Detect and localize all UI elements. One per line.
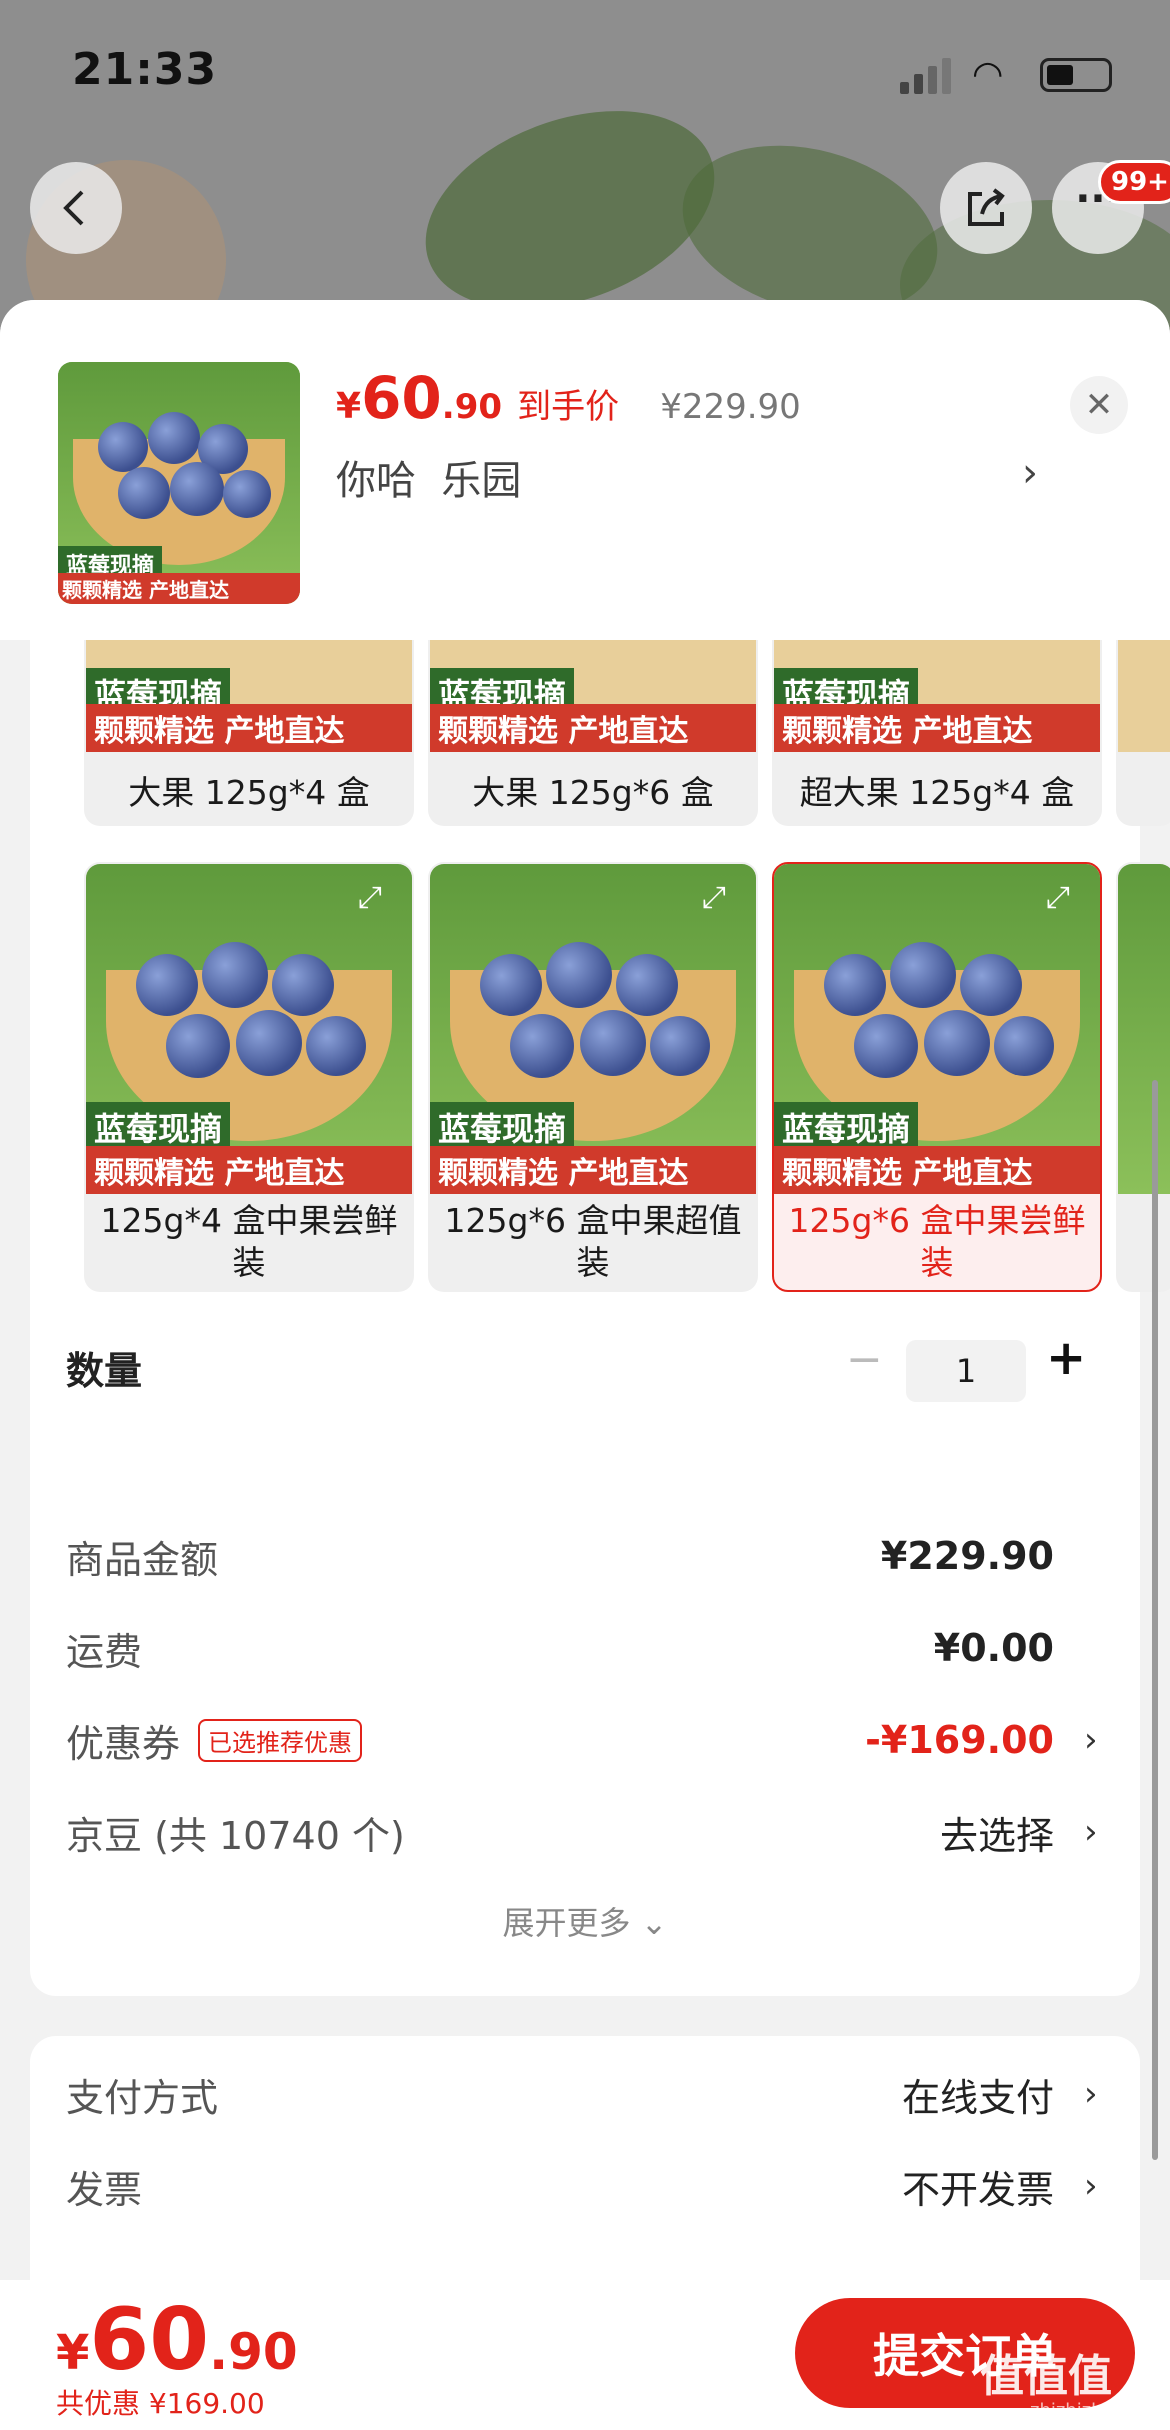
variant-label: 125g*6 盒中果尝鲜装 xyxy=(788,1201,1086,1282)
watermark-url: zhizhizhi.com xyxy=(1030,2400,1152,2421)
close-button[interactable]: ✕ xyxy=(1070,376,1128,434)
sheet-header: 蓝莓现摘 颗颗精选 产地直达 ¥60.90 到手价 ¥229.90 你哈 乐园 … xyxy=(0,300,1170,640)
scrollbar[interactable] xyxy=(1152,1080,1158,2160)
watermark-logo: 值值值 xyxy=(980,2351,1112,2402)
coupon-label: 优惠券 xyxy=(66,1721,181,1766)
expand-more-button[interactable]: 展开更多 ⌄ xyxy=(30,1898,1140,1944)
price-integer: 60 xyxy=(361,364,442,432)
shipping-label: 运费 xyxy=(66,1629,143,1674)
price-suffix: 到手价 xyxy=(517,387,620,427)
expand-icon[interactable]: ⤢ xyxy=(1046,880,1086,920)
variant-card-partial[interactable] xyxy=(1116,862,1170,1292)
price-line: ¥60.90 到手价 ¥229.90 xyxy=(336,364,801,432)
jd-beans-label: 京豆 (共 10740 个) xyxy=(66,1813,405,1858)
variant-card-selected[interactable]: ⤢ 蓝莓现摘 颗颗精选 产地直达 125g*6 盒中果尝鲜装 xyxy=(772,862,1102,1292)
goods-amount-row: 商品金额 ¥229.90 xyxy=(66,1526,1104,1586)
variant-label: 大果 125g*6 盒 xyxy=(472,773,714,812)
total-discount: 共优惠 ¥169.00 xyxy=(56,2387,265,2420)
status-time: 21:33 xyxy=(72,44,218,95)
total-price: ¥60.90 xyxy=(56,2290,298,2390)
total-currency: ¥ xyxy=(56,2325,90,2381)
payment-method-row[interactable]: 支付方式 在线支付 › xyxy=(66,2064,1104,2124)
invoice-label: 发票 xyxy=(66,2167,143,2212)
variant-label: 大果 125g*4 盒 xyxy=(128,773,370,812)
expand-icon[interactable]: ⤢ xyxy=(702,880,742,920)
coupon-value: -¥169.00 xyxy=(865,1718,1054,1762)
total-integer: 60 xyxy=(89,2290,210,2390)
share-button[interactable] xyxy=(940,162,1032,254)
goods-amount-label: 商品金额 xyxy=(66,1537,219,1582)
payment-method-label: 支付方式 xyxy=(66,2075,219,2120)
variant-label: 125g*6 盒中果超值装 xyxy=(444,1201,742,1282)
chevron-right-icon: › xyxy=(1084,2166,1098,2206)
quantity-label: 数量 xyxy=(66,1349,143,1393)
quantity-plus-button[interactable]: + xyxy=(1046,1330,1086,1386)
back-button[interactable] xyxy=(30,162,122,254)
jd-beans-value: 去选择 xyxy=(939,1813,1054,1858)
payment-method-value: 在线支付 xyxy=(901,2075,1054,2120)
variant-label: 125g*4 盒中果尝鲜装 xyxy=(100,1201,398,1282)
variant-card[interactable]: ⤢ 蓝莓现摘 颗颗精选 产地直达 125g*6 盒中果超值装 xyxy=(428,862,758,1292)
total-decimal: .90 xyxy=(209,2323,298,2381)
variant-label: 超大果 125g*4 盒 xyxy=(799,773,1075,812)
chevron-right-icon: › xyxy=(1084,2074,1098,2114)
image-banner: 颗颗精选 产地直达 xyxy=(58,573,300,604)
original-price: ¥229.90 xyxy=(660,387,801,427)
shop-arrow-icon[interactable]: › xyxy=(1022,450,1038,496)
price-summary-panel: 商品金额 ¥229.90 运费 ¥0.00 优惠券 已选推荐优惠 -¥169.0… xyxy=(30,1496,1140,1996)
expand-icon[interactable]: ⤢ xyxy=(358,880,398,920)
invoice-row[interactable]: 发票 不开发票 › xyxy=(66,2156,1104,2216)
shop-name[interactable]: 你哈 乐园 xyxy=(336,448,521,506)
battery-icon xyxy=(1040,58,1112,92)
back-arrow-icon xyxy=(63,190,84,226)
chevron-right-icon: › xyxy=(1084,1720,1098,1760)
close-icon: ✕ xyxy=(1084,385,1114,425)
shipping-value: ¥0.00 xyxy=(933,1626,1054,1670)
notification-badge: 99+ xyxy=(1098,160,1170,204)
product-thumbnail[interactable]: 蓝莓现摘 颗颗精选 产地直达 xyxy=(58,362,300,604)
invoice-value: 不开发票 xyxy=(901,2167,1054,2212)
quantity-input[interactable]: 1 xyxy=(906,1340,1026,1402)
price-decimal: .90 xyxy=(441,387,503,427)
quantity-minus-button[interactable]: − xyxy=(846,1334,883,1385)
sku-sheet: 蓝莓现摘 颗颗精选 产地直达 ¥60.90 到手价 ¥229.90 你哈 乐园 … xyxy=(0,300,1170,2430)
shipping-row: 运费 ¥0.00 xyxy=(66,1618,1104,1678)
goods-amount-value: ¥229.90 xyxy=(880,1534,1054,1578)
wifi-icon: ◠ xyxy=(972,54,1004,95)
coupon-row[interactable]: 优惠券 已选推荐优惠 -¥169.00 › xyxy=(66,1710,1104,1770)
share-icon xyxy=(968,188,1005,226)
status-icons: ◠ xyxy=(900,54,1120,95)
price-currency: ¥ xyxy=(336,386,362,427)
jd-beans-row[interactable]: 京豆 (共 10740 个) 去选择 › xyxy=(66,1802,1104,1862)
variant-card[interactable]: ⤢ 蓝莓现摘 颗颗精选 产地直达 125g*4 盒中果尝鲜装 xyxy=(84,862,414,1292)
chevron-right-icon: › xyxy=(1084,1812,1098,1852)
coupon-tag: 已选推荐优惠 xyxy=(198,1718,363,1762)
